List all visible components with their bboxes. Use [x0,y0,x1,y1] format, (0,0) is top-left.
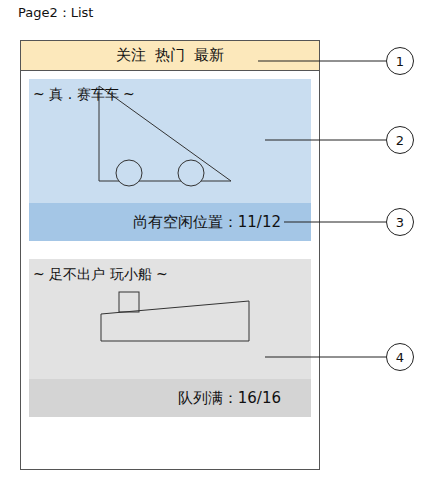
card-title: ~ 真 . 赛车车 ~ [29,79,311,103]
tab[interactable]: 热门 [155,46,185,65]
card-art: ~ 足不出户 玩小船 ~ [29,259,311,379]
callout-marker: 4 [386,343,414,371]
status-text: 尚有空闲位置：11/12 [133,213,281,232]
callout-marker: 2 [386,126,414,154]
callout-marker: 3 [386,208,414,236]
status-text: 队列满：16/16 [178,389,281,408]
tab[interactable]: 关注 [116,46,146,65]
tab-bar: 关注热门最新 [21,41,319,71]
card-title: ~ 足不出户 玩小船 ~ [29,259,311,283]
room-card[interactable]: ~ 真 . 赛车车 ~ 尚有空闲位置：11/12 [29,79,311,241]
page-label: Page2：List [0,0,440,22]
tab[interactable]: 最新 [194,46,224,65]
card-status: 尚有空闲位置：11/12 [29,203,311,241]
card-list: ~ 真 . 赛车车 ~ 尚有空闲位置：11/12 ~ 足不出户 玩小船 ~ 队列满：1… [21,71,319,417]
callout-lines [0,0,440,491]
card-art: ~ 真 . 赛车车 ~ [29,79,311,203]
room-card[interactable]: ~ 足不出户 玩小船 ~ 队列满：16/16 [29,259,311,417]
callout-marker: 1 [386,47,414,75]
card-status: 队列满：16/16 [29,379,311,417]
phone-frame: 关注热门最新 ~ 真 . 赛车车 ~ 尚有空闲位置：11/12 ~ 足不出户 玩小船 … [20,40,320,470]
